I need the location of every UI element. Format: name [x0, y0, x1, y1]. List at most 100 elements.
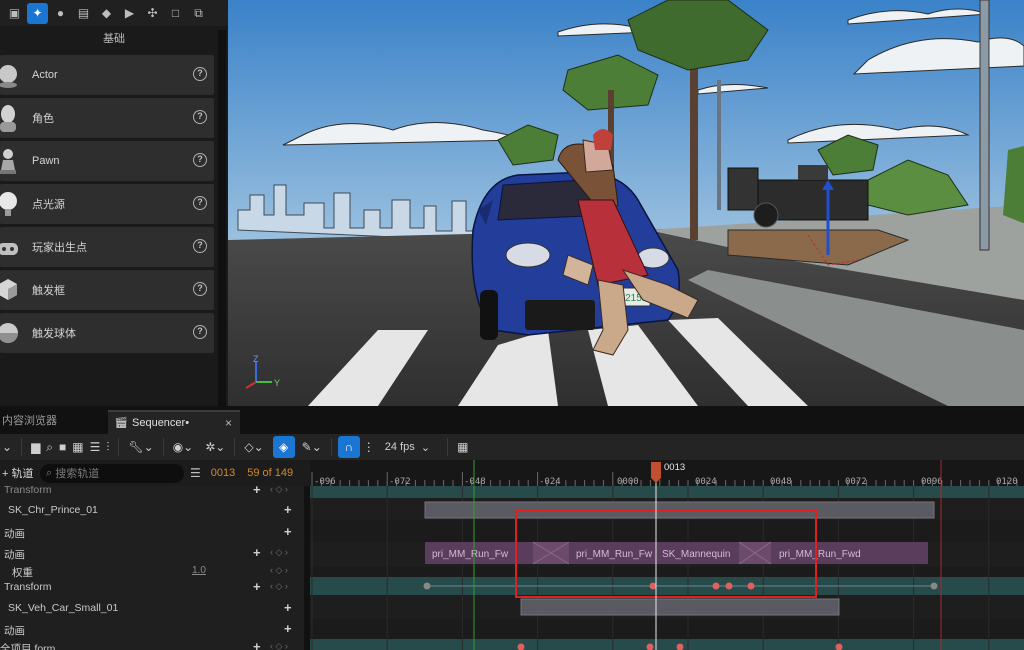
snap-magnet-icon[interactable]: ∩ — [337, 436, 360, 458]
clip-label: pri_MM_Run_Fw — [576, 549, 653, 560]
wrench-icon[interactable]: 🔧︎⌄ — [125, 436, 156, 458]
track-label: 动画 — [4, 528, 25, 540]
help-icon[interactable]: ? — [193, 325, 207, 339]
toolbar-divider — [330, 438, 332, 456]
key-diamond-icon[interactable]: ◇⌄ — [241, 436, 266, 458]
weight-value[interactable]: 1.0 — [192, 565, 206, 576]
landscape-icon[interactable]: ▤ — [73, 3, 94, 24]
keyframe[interactable] — [747, 582, 755, 590]
copy-icon[interactable]: ⧉ — [188, 3, 209, 24]
add-track-icon[interactable]: + — [284, 600, 292, 615]
tab-sequencer[interactable]: 🎬︎ Sequencer• × — [108, 410, 240, 434]
media-icon[interactable]: ▶ — [119, 3, 140, 24]
tab-sequencer-label: Sequencer• — [132, 417, 190, 429]
close-icon[interactable]: × — [225, 412, 232, 434]
render-movie-icon[interactable]: ▦ — [69, 436, 86, 458]
axis-z-label: Z — [253, 354, 259, 364]
tab-content-browser[interactable]: 内容浏览器 — [0, 410, 104, 434]
viewport-scene[interactable]: 1D 5215J Z Y — [228, 0, 1024, 406]
actor-item-trigger-sphere[interactable]: 触发球体 ? — [0, 313, 214, 353]
pawn-icon — [0, 146, 20, 176]
keyframe[interactable] — [930, 582, 938, 590]
playhead-handle[interactable] — [651, 462, 661, 483]
actor-item-pawn[interactable]: Pawn ? — [0, 141, 214, 181]
help-icon[interactable]: ? — [193, 239, 207, 253]
track-row[interactable]: 动画 + — [0, 522, 304, 542]
add-key-icon[interactable]: + — [253, 486, 261, 497]
key-nav-icon[interactable]: ‹ ◇ › — [270, 486, 288, 495]
keyframe[interactable] — [423, 582, 431, 590]
add-key-icon[interactable]: + — [253, 639, 261, 650]
bottom-tab-bar: 内容浏览器 🎬︎ Sequencer• × — [0, 406, 1024, 434]
actor-item-label: 触发球体 — [32, 328, 76, 340]
track-row[interactable]: SK_Veh_Car_Small_01 + — [0, 598, 304, 618]
key-nav-icon[interactable]: ‹ ◇ › — [270, 565, 288, 576]
more-options-icon[interactable]: ⋮ — [360, 436, 378, 458]
volume-icon[interactable]: □ — [165, 3, 186, 24]
chevron-down-icon[interactable]: ⌄ — [0, 436, 15, 458]
timeline-tracks[interactable]: pri_MM_Run_Fw pri_MM_Run_Fw SK_Mannequin… — [310, 460, 1024, 650]
key-nav-icon[interactable]: ‹ ◇ › — [270, 581, 288, 592]
panel-scrollbar[interactable] — [218, 30, 226, 406]
track-row[interactable]: SK_Chr_Prince_01 + — [0, 500, 304, 520]
help-icon[interactable]: ? — [193, 196, 207, 210]
find-in-browser-icon[interactable]: ⌕ — [43, 436, 56, 458]
camera-icon[interactable]: ■ — [56, 436, 69, 458]
level-viewport[interactable]: 1D 5215J Z Y — [228, 0, 1024, 406]
search-icon: ⌕ — [46, 466, 56, 479]
add-track-button[interactable]: + 轨道 — [0, 465, 36, 481]
add-key-icon[interactable]: + — [253, 545, 261, 560]
playhead-frame-label: 0013 — [664, 462, 686, 473]
select-icon[interactable]: ▣ — [4, 3, 25, 24]
search-tracks-input[interactable]: ⌕ 搜索轨道 — [40, 463, 184, 483]
actor-item-player-start[interactable]: 玩家出生点 ? — [0, 227, 214, 267]
filter-icon[interactable]: ☰ — [190, 466, 201, 480]
transform-track-bg — [310, 486, 1024, 498]
keyframe[interactable] — [649, 582, 657, 590]
eye-icon[interactable]: ◉⌄ — [170, 436, 197, 458]
geometry-icon[interactable]: ✣ — [142, 3, 163, 24]
actor-item-point-light[interactable]: 点光源 ? — [0, 184, 214, 224]
auto-key-icon[interactable]: ◈ — [272, 436, 295, 458]
playback-options-icon[interactable]: ✲⌄ — [202, 436, 228, 458]
keyframe[interactable] — [712, 582, 720, 590]
track-label: Transform — [4, 581, 52, 593]
add-track-icon[interactable]: + — [284, 502, 292, 517]
axis-y-label: Y — [274, 378, 280, 388]
sequencer-timeline[interactable]: -096 -072 -048 -024 0000 0024 0048 0072 … — [310, 460, 1024, 650]
track-row[interactable]: 动画 + — [0, 619, 304, 639]
add-key-icon[interactable]: + — [253, 579, 261, 594]
actor-item-label: 角色 — [32, 113, 54, 125]
brush-icon[interactable]: ✎⌄ — [299, 436, 325, 458]
actor-item-label: 触发框 — [32, 285, 65, 297]
fps-dropdown[interactable]: 24 fps ⌄ — [382, 436, 433, 458]
settings-chart-icon[interactable]: ⫶ — [103, 436, 112, 458]
track-label: 全项目 form — [0, 643, 56, 650]
actor-item-character[interactable]: 角色 ? — [0, 98, 214, 138]
save-icon[interactable]: ▆ — [28, 436, 43, 458]
track-row[interactable]: 动画 + ‹ ◇ › — [0, 543, 304, 563]
track-row[interactable]: 全项目 form + ‹ ◇ › — [0, 637, 304, 650]
add-track-icon[interactable]: + — [284, 524, 292, 539]
track-row[interactable]: Transform + ‹ ◇ › — [0, 577, 304, 597]
place-actors-icon[interactable]: ✦ — [27, 2, 48, 24]
key-nav-icon[interactable]: ‹ ◇ › — [270, 641, 288, 650]
actor-item-trigger-box[interactable]: 触发框 ? — [0, 270, 214, 310]
car-section-bar[interactable] — [520, 598, 840, 616]
actions-icon[interactable]: ☰ — [87, 436, 104, 458]
track-bg — [310, 619, 1024, 639]
help-icon[interactable]: ? — [193, 282, 207, 296]
help-icon[interactable]: ? — [193, 67, 207, 81]
help-icon[interactable]: ? — [193, 110, 207, 124]
key-nav-icon[interactable]: ‹ ◇ › — [270, 547, 288, 558]
add-track-icon[interactable]: + — [284, 621, 292, 636]
help-icon[interactable]: ? — [193, 153, 207, 167]
current-frame-field[interactable]: 0013 — [211, 467, 235, 479]
track-row[interactable]: Transform + ‹ ◇ › — [0, 486, 304, 500]
actor-item-actor[interactable]: Actor ? — [0, 55, 214, 95]
curve-editor-icon[interactable]: ▦ — [454, 436, 471, 458]
animation-clips[interactable]: pri_MM_Run_Fw pri_MM_Run_Fw SK_Mannequin… — [425, 541, 928, 565]
keyframe[interactable] — [725, 582, 733, 590]
shield-icon[interactable]: ◆ — [96, 3, 117, 24]
light-icon[interactable]: ● — [50, 3, 71, 24]
